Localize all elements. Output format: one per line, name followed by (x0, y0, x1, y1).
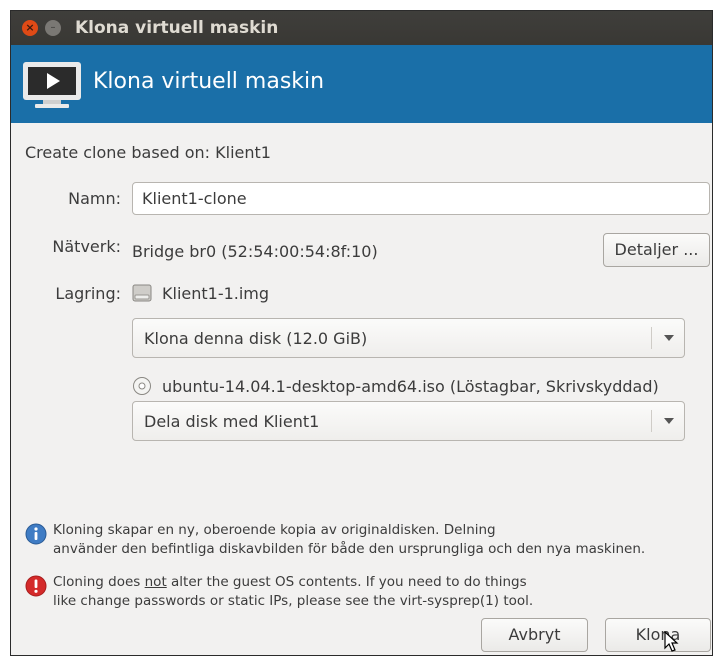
name-label: Namn: (68, 189, 121, 208)
title-bar: × – Klona virtuell maskin (11, 11, 712, 46)
minimize-window-button[interactable]: – (45, 20, 61, 36)
warning-note-line1: Cloning does not alter the guest OS cont… (53, 574, 527, 590)
cancel-button[interactable]: Avbryt (481, 618, 588, 652)
chevron-down-icon (664, 418, 674, 424)
mouse-cursor-icon (664, 631, 679, 652)
optical-disc-icon (133, 377, 151, 395)
clone-button[interactable]: Klona (605, 618, 711, 652)
clone-name-input[interactable]: Klient1-clone (132, 182, 710, 215)
clone-dialog-window: × – Klona virtuell maskin Klona virtuell… (10, 10, 713, 656)
info-note: Kloning skapar en ny, oberoende kopia av… (25, 521, 705, 561)
hard-disk-icon (132, 284, 152, 302)
info-icon (25, 523, 47, 545)
warning-note: Cloning does not alter the guest OS cont… (25, 573, 705, 613)
chevron-down-icon (664, 335, 674, 341)
disk1-clone-mode-value: Klona denna disk (12.0 GiB) (144, 329, 368, 348)
warning-emphasis: not (144, 574, 167, 590)
disk2-clone-mode-value: Dela disk med Klient1 (144, 412, 320, 431)
vm-clone-icon (23, 62, 81, 108)
warning-note-line2: like change passwords or static IPs, ple… (53, 593, 534, 609)
network-label: Nätverk: (52, 237, 121, 256)
disk2-clone-mode-select[interactable]: Dela disk med Klient1 (132, 401, 685, 441)
banner-title: Klona virtuell maskin (93, 69, 325, 94)
storage-label: Lagring: (55, 284, 121, 303)
window-title: Klona virtuell maskin (75, 18, 279, 38)
source-vm-name: Klient1 (215, 143, 271, 162)
dialog-content: Create clone based on: Klient1 Namn: Kli… (11, 123, 712, 655)
warning-icon (25, 575, 47, 597)
minimize-icon: – (50, 22, 56, 33)
info-note-line2: använder den befintliga diskavbilden för… (53, 541, 646, 557)
clone-based-on-label: Create clone based on: Klient1 (25, 143, 271, 162)
disk1-clone-mode-select[interactable]: Klona denna disk (12.0 GiB) (132, 318, 685, 358)
close-icon: × (25, 21, 35, 34)
close-window-button[interactable]: × (22, 20, 38, 36)
network-value: Bridge br0 (52:54:00:54:8f:10) (132, 242, 378, 261)
disk2-name: ubuntu-14.04.1-desktop-amd64.iso (Löstag… (162, 377, 659, 396)
disk1-name: Klient1-1.img (162, 284, 270, 303)
info-note-line1: Kloning skapar en ny, oberoende kopia av… (53, 522, 496, 538)
header-banner: Klona virtuell maskin (11, 45, 712, 123)
network-details-button[interactable]: Detaljer ... (603, 233, 710, 267)
